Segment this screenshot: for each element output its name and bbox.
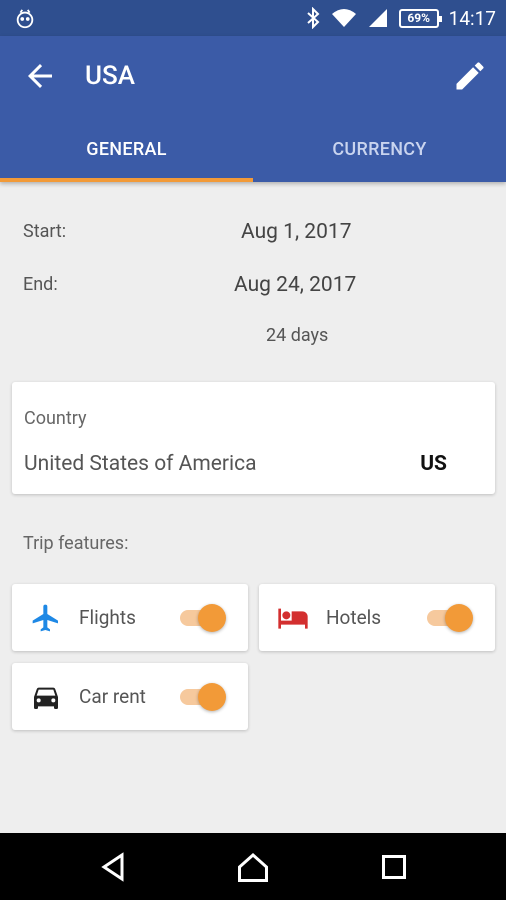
bluetooth-icon — [307, 7, 320, 29]
hotel-bed-icon — [278, 608, 308, 629]
tab-general[interactable]: GENERAL — [0, 116, 253, 182]
signal-icon — [368, 9, 387, 27]
trip-duration: 24 days — [266, 325, 329, 346]
status-bar: 69% 14:17 — [0, 0, 506, 36]
battery-icon: 69% — [398, 8, 442, 28]
app-bar: USA GENERAL CURRENCY — [0, 36, 506, 182]
country-label: Country — [24, 408, 87, 429]
start-date[interactable]: Aug 1, 2017 — [241, 220, 352, 244]
start-label: Start: — [23, 221, 67, 242]
recents-square-icon[interactable] — [376, 849, 412, 885]
battery-level: 69% — [407, 11, 430, 25]
car-rent-toggle[interactable] — [178, 682, 226, 712]
pencil-icon[interactable] — [452, 58, 488, 94]
home-icon[interactable] — [235, 849, 271, 885]
arrow-back-icon[interactable] — [22, 58, 58, 94]
end-date[interactable]: Aug 24, 2017 — [234, 273, 356, 297]
country-name: United States of America — [24, 452, 257, 476]
feature-car-rent: Car rent — [12, 663, 248, 730]
clock: 14:17 — [448, 6, 496, 30]
page-title: USA — [85, 61, 135, 91]
country-card[interactable]: Country United States of America US — [12, 382, 495, 494]
car-rent-label: Car rent — [79, 685, 146, 708]
app-notification-icon — [16, 9, 34, 29]
wifi-icon — [331, 9, 356, 27]
hotels-toggle[interactable] — [425, 603, 473, 633]
airplane-icon — [32, 604, 58, 632]
end-label: End: — [23, 274, 58, 295]
tab-currency[interactable]: CURRENCY — [253, 116, 506, 182]
trip-features-label: Trip features: — [23, 533, 129, 554]
flights-label: Flights — [79, 606, 136, 629]
back-triangle-icon[interactable] — [95, 849, 131, 885]
system-nav-bar — [0, 833, 506, 900]
feature-flights: Flights — [12, 584, 248, 651]
feature-hotels: Hotels — [259, 584, 495, 651]
flights-toggle[interactable] — [178, 603, 226, 633]
tab-bar: GENERAL CURRENCY — [0, 116, 506, 182]
hotels-label: Hotels — [326, 606, 382, 629]
car-icon — [34, 687, 58, 709]
country-code: US — [420, 452, 447, 476]
